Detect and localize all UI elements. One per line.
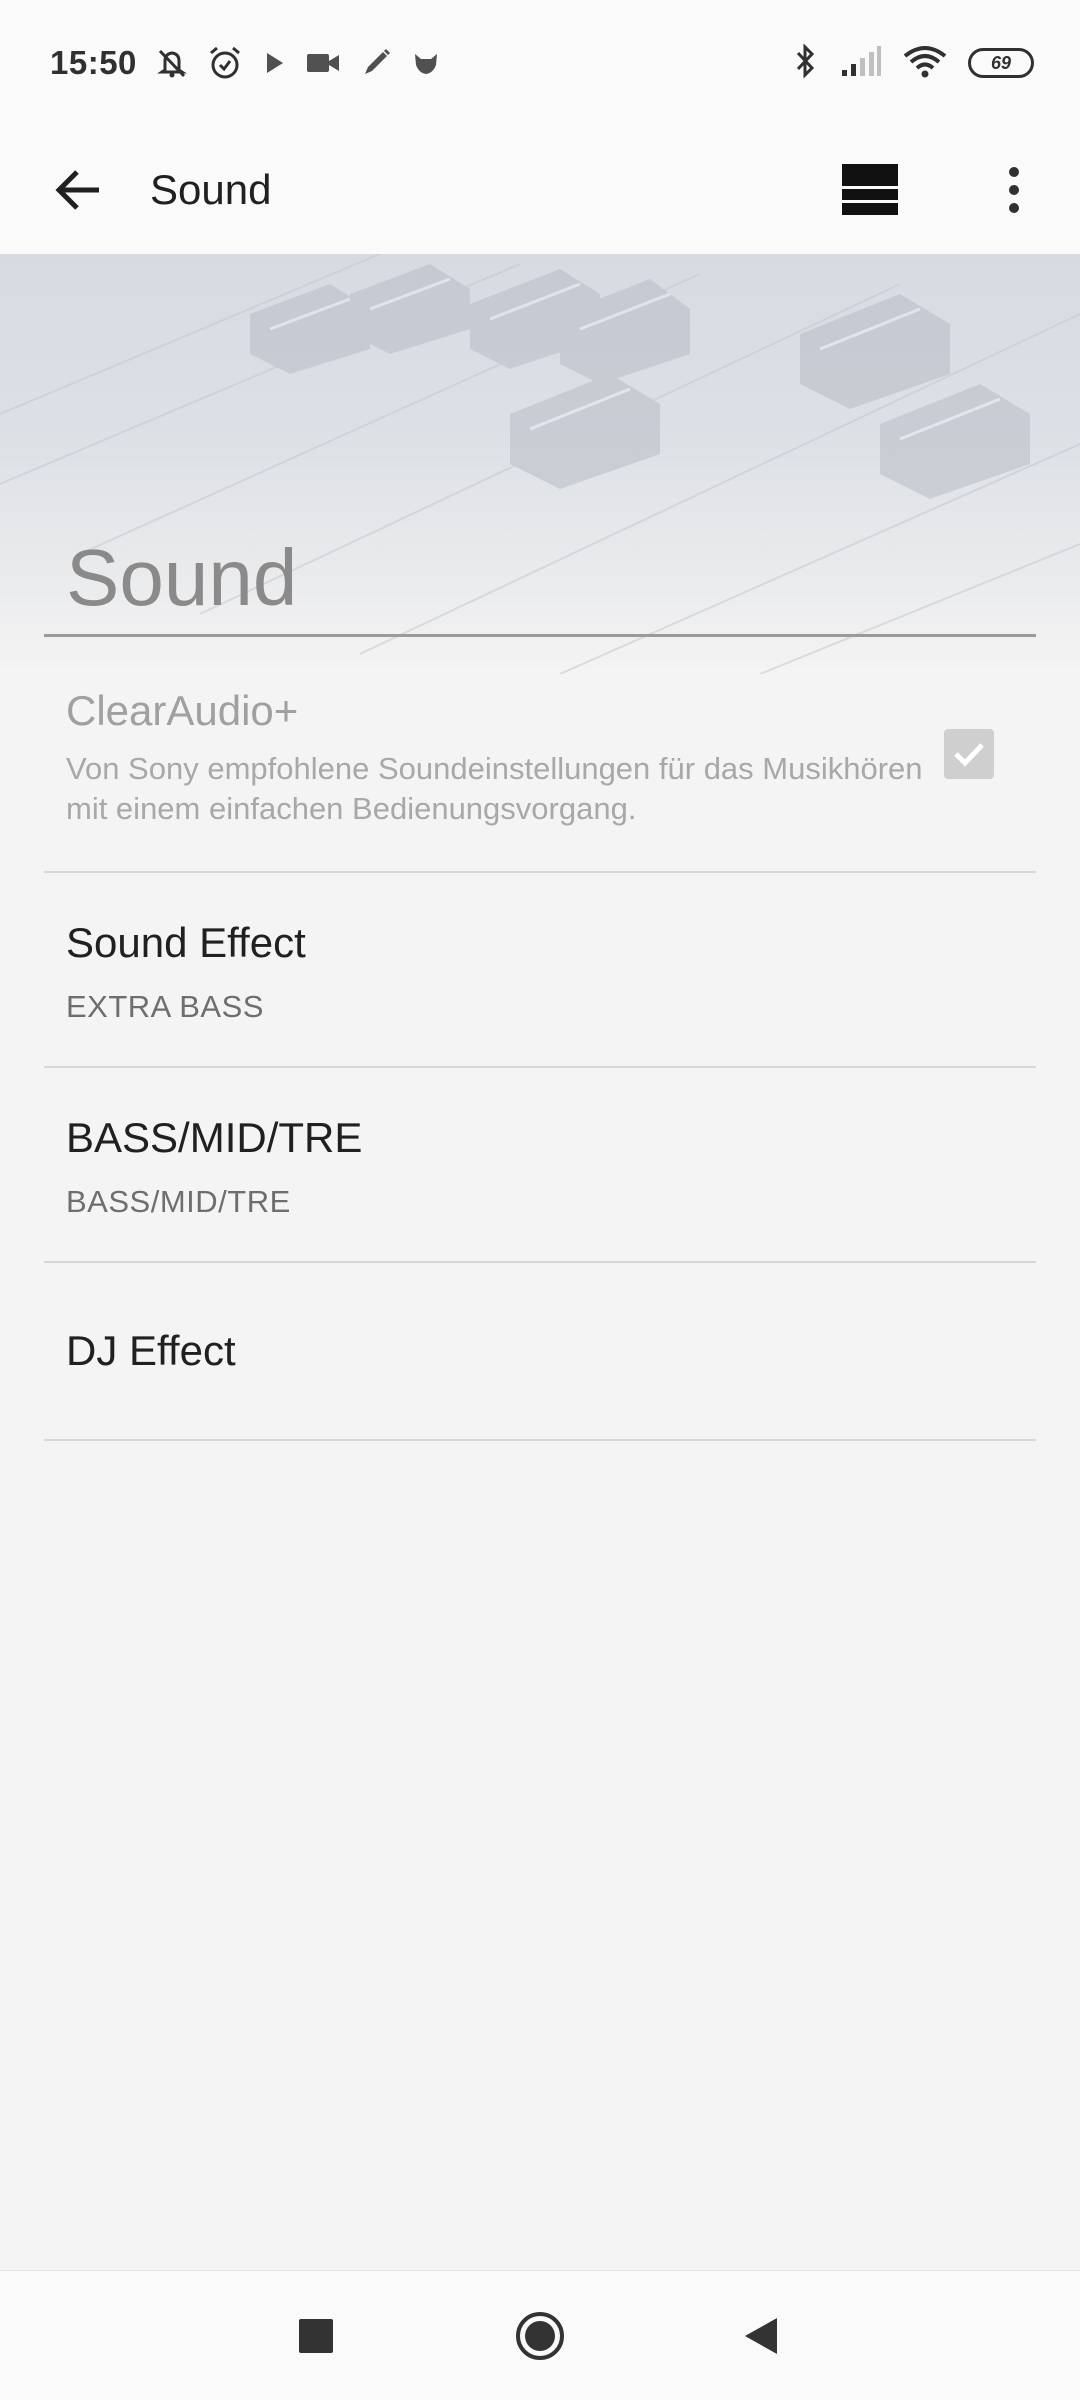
status-time: 15:50 bbox=[50, 44, 137, 81]
bass-mid-tre-setting[interactable]: BASS/MID/TRE BASS/MID/TRE bbox=[44, 1068, 1036, 1263]
home-circle-icon bbox=[516, 2312, 564, 2360]
notification-icons bbox=[155, 45, 441, 81]
recents-button[interactable] bbox=[276, 2296, 356, 2376]
more-vert-icon bbox=[1009, 167, 1019, 213]
battery-level: 69 bbox=[990, 52, 1012, 73]
sound-effect-value: EXTRA BASS bbox=[66, 989, 264, 1024]
sound-effect-label: Sound Effect bbox=[66, 919, 306, 966]
bass-mid-tre-value: BASS/MID/TRE bbox=[66, 1184, 291, 1219]
more-options-button[interactable] bbox=[980, 148, 1048, 232]
navigation-bar bbox=[0, 2270, 1080, 2400]
app-bar: Sound bbox=[0, 126, 1080, 254]
clearaudio-checkbox[interactable] bbox=[944, 729, 994, 779]
fox-icon bbox=[411, 48, 441, 78]
play-icon bbox=[261, 48, 287, 78]
clearaudio-setting[interactable]: ClearAudio+ Von Sony empfohlene Soundein… bbox=[44, 637, 1036, 873]
back-button[interactable] bbox=[44, 156, 112, 224]
battery-icon: 69 bbox=[968, 48, 1034, 78]
dj-effect-label: DJ Effect bbox=[66, 1327, 236, 1374]
sound-effect-setting[interactable]: Sound Effect EXTRA BASS bbox=[44, 873, 1036, 1068]
bluetooth-icon bbox=[790, 42, 820, 85]
layout-icon bbox=[842, 164, 898, 215]
system-back-button[interactable] bbox=[721, 2296, 801, 2376]
header-image: Sound bbox=[0, 254, 1080, 674]
status-bar: 15:50 69 bbox=[0, 0, 1080, 126]
clearaudio-label: ClearAudio+ bbox=[66, 687, 299, 734]
pen-icon bbox=[359, 46, 393, 80]
home-button[interactable] bbox=[500, 2296, 580, 2376]
app-bar-title: Sound bbox=[150, 166, 272, 213]
status-left: 15:50 bbox=[50, 44, 441, 82]
wifi-icon bbox=[902, 44, 948, 83]
back-arrow-icon bbox=[55, 170, 99, 210]
back-triangle-icon bbox=[745, 2318, 777, 2354]
header-title: Sound bbox=[66, 533, 298, 622]
bass-mid-tre-label: BASS/MID/TRE bbox=[66, 1114, 363, 1161]
status-right: 69 bbox=[790, 42, 1034, 85]
checkmark-icon bbox=[954, 743, 984, 767]
signal-icon bbox=[840, 44, 882, 83]
muted-bell-icon bbox=[155, 46, 189, 80]
clearaudio-description: Von Sony empfohlene Soundeinstellungen f… bbox=[66, 751, 923, 826]
layout-button[interactable] bbox=[834, 148, 906, 232]
dj-effect-setting[interactable]: DJ Effect bbox=[44, 1263, 1036, 1441]
video-camera-icon bbox=[305, 50, 341, 76]
recents-square-icon bbox=[299, 2319, 333, 2353]
alarm-icon bbox=[207, 45, 243, 81]
